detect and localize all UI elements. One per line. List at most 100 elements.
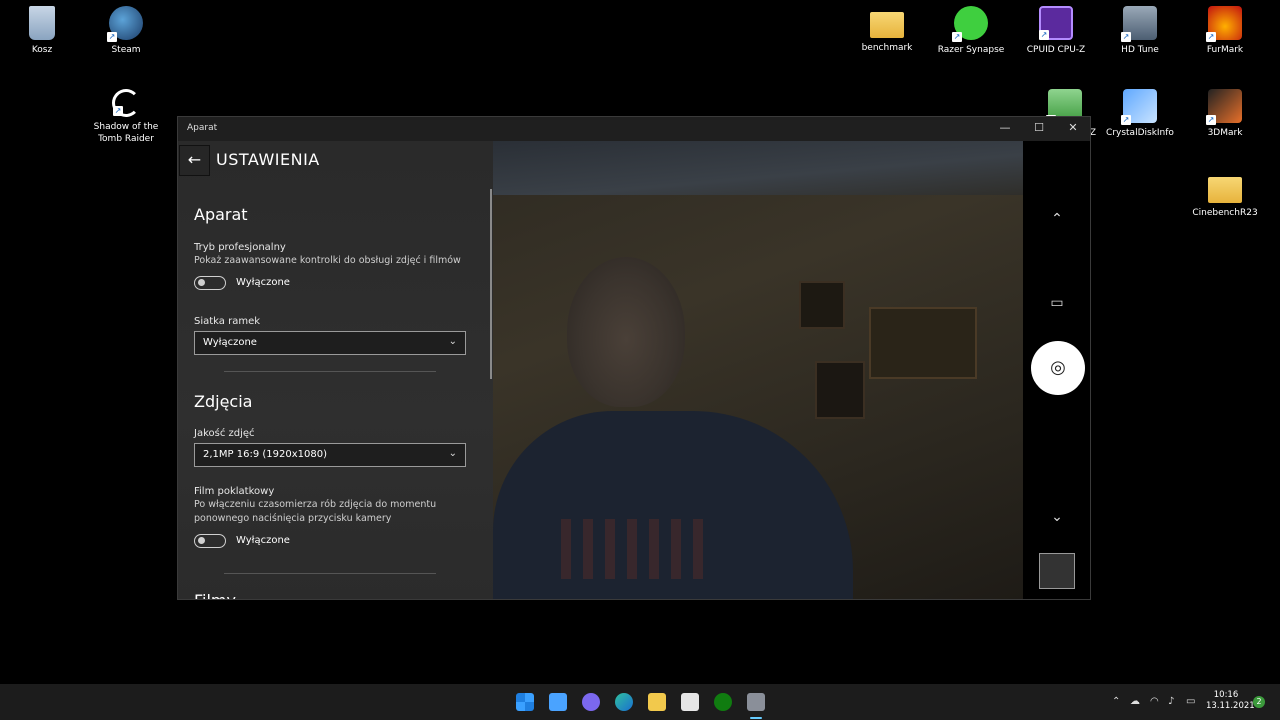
chevron-up-icon[interactable]: ⌃: [1112, 696, 1120, 707]
divider: [224, 371, 436, 372]
shutter-button[interactable]: ◎: [1031, 341, 1085, 395]
gallery-thumbnail[interactable]: [1039, 553, 1075, 589]
wifi-icon[interactable]: ◠: [1150, 696, 1159, 707]
timelapse-description: Po włączeniu czasomierza rób zdjęcia do …: [194, 499, 437, 524]
pro-mode-description: Pokaż zaawansowane kontrolki do obsługi …: [194, 255, 461, 266]
desktop-icon-label: CrystalDiskInfo: [1106, 128, 1174, 138]
chevron-down-icon: ⌄: [448, 336, 457, 347]
toggle-knob: [198, 279, 205, 286]
cpuz-icon: ↗: [1039, 6, 1073, 40]
start-icon[interactable]: [516, 693, 534, 711]
desktop-icon-label: HD Tune: [1121, 45, 1159, 55]
photo-quality-label: Jakość zdjęć: [194, 428, 255, 439]
chevron-up-icon[interactable]: ⌃: [1023, 211, 1090, 227]
wall-picture: [869, 307, 977, 379]
grid-select-value: Wyłączone: [203, 337, 257, 348]
camera-controls: ⌃ ▭ ◎ ⌄: [1023, 141, 1090, 599]
desktop-icon-label: CinebenchR23: [1192, 208, 1258, 218]
cloud-icon[interactable]: ☁: [1130, 696, 1140, 707]
chat-icon[interactable]: [582, 693, 600, 711]
crystaldiskinfo-icon: ↗: [1121, 89, 1157, 125]
furmark-icon: ↗: [1206, 6, 1242, 42]
photo-quality-select[interactable]: 2,1MP 16:9 (1920x1080) ⌄: [194, 443, 466, 467]
xbox-icon[interactable]: [714, 693, 732, 711]
desktop-icon-crystaldiskinfo[interactable]: ↗ CrystalDiskInfo: [1098, 89, 1182, 139]
desktop-icon-label: CPUID CPU-Z: [1026, 45, 1086, 55]
chevron-down-icon[interactable]: ⌄: [1023, 509, 1090, 525]
date-text: 13.11.2021: [1206, 701, 1255, 711]
desktop-icon-cpuz[interactable]: ↗ CPUID CPU-Z: [1014, 6, 1098, 56]
desktop-icon-label: FurMark: [1206, 45, 1244, 55]
desktop-icon-recycle-bin[interactable]: Kosz: [0, 6, 84, 56]
chevron-down-icon: ⌄: [448, 448, 457, 459]
notification-badge[interactable]: 2: [1253, 696, 1265, 708]
grid-label: Siatka ramek: [194, 316, 261, 327]
desktop-icon-tomb-raider[interactable]: ↗ Shadow of the Tomb Raider: [84, 89, 168, 145]
timelapse-label: Film poklatkowy: [194, 486, 275, 497]
desktop-icon-label: benchmark: [861, 43, 913, 53]
desktop-icon-razer[interactable]: ↗ Razer Synapse: [929, 6, 1013, 56]
minimize-button[interactable]: —: [988, 117, 1022, 139]
desktop-icon-steam[interactable]: ↗ Steam: [84, 6, 168, 56]
battery-icon[interactable]: ▭: [1186, 696, 1195, 707]
desktop-icon-hdtune[interactable]: ↗ HD Tune: [1098, 6, 1182, 56]
pro-mode-toggle[interactable]: [194, 276, 226, 290]
video-mode-icon[interactable]: ▭: [1023, 295, 1090, 311]
desktop-icon-furmark[interactable]: ↗ FurMark: [1183, 6, 1267, 56]
pro-mode-label: Tryb profesjonalny: [194, 242, 286, 253]
section-heading-camera: Aparat: [194, 205, 248, 224]
camera-preview: [493, 141, 1023, 599]
pro-mode-state: Wyłączone: [236, 277, 290, 288]
clock[interactable]: 10:16 13.11.2021: [1206, 690, 1255, 712]
edge-icon[interactable]: [615, 693, 633, 711]
razer-icon: ↗: [952, 6, 988, 42]
volume-icon[interactable]: ♪: [1168, 696, 1174, 707]
widgets-icon[interactable]: [549, 693, 567, 711]
time-text: 10:16: [1213, 690, 1239, 700]
photo-quality-value: 2,1MP 16:9 (1920x1080): [203, 449, 327, 460]
hdtune-icon: ↗: [1121, 6, 1157, 42]
desktop-icon-benchmark[interactable]: benchmark: [845, 6, 929, 54]
camera-app-window: Aparat — ☐ ✕ ← USTAWIENIA Aparat Tryb pr…: [177, 116, 1091, 600]
divider: [224, 573, 436, 574]
game-icon: ↗: [112, 89, 140, 117]
grid-select[interactable]: Wyłączone ⌄: [194, 331, 466, 355]
desktop-icon-label: Shadow of the Tomb Raider: [93, 122, 159, 144]
section-heading-videos: Filmy: [194, 591, 236, 599]
section-heading-photos: Zdjęcia: [194, 392, 253, 411]
desktop-icon-3dmark[interactable]: ↗ 3DMark: [1183, 89, 1267, 139]
timelapse-toggle[interactable]: [194, 534, 226, 548]
wall-picture: [815, 361, 865, 419]
settings-panel: ← USTAWIENIA Aparat Tryb profesjonalny P…: [178, 141, 493, 599]
taskbar: ⌃ ☁ ◠ ♪ ▭ 10:16 13.11.2021 2: [0, 684, 1280, 720]
timelapse-state: Wyłączone: [236, 535, 290, 546]
wall-picture: [799, 281, 845, 329]
preview-ceiling: [493, 141, 1023, 195]
scrollbar[interactable]: [490, 189, 492, 379]
3dmark-icon: ↗: [1206, 89, 1242, 125]
window-title: Aparat: [187, 123, 218, 133]
shirt-print: [561, 519, 711, 579]
store-icon[interactable]: [681, 693, 699, 711]
active-app-indicator: [750, 717, 762, 719]
close-button[interactable]: ✕: [1056, 117, 1090, 139]
camera-app-icon[interactable]: [747, 693, 765, 711]
toggle-knob: [198, 537, 205, 544]
settings-title: USTAWIENIA: [216, 150, 320, 169]
steam-icon: ↗: [107, 6, 143, 42]
title-bar[interactable]: Aparat — ☐ ✕: [178, 117, 1090, 141]
folder-icon: [870, 12, 904, 38]
maximize-button[interactable]: ☐: [1022, 117, 1056, 139]
desktop-icon-label: Razer Synapse: [937, 45, 1005, 55]
desktop-icon-label: Kosz: [31, 45, 53, 55]
desktop-icon-label: 3DMark: [1207, 128, 1243, 138]
arrow-left-icon: ←: [187, 150, 202, 169]
file-explorer-icon[interactable]: [648, 693, 666, 711]
back-button[interactable]: ←: [179, 145, 210, 176]
desktop-icon-cinebench[interactable]: CinebenchR23: [1183, 171, 1267, 219]
desktop-icon-label: Steam: [111, 45, 141, 55]
camera-icon: ◎: [1050, 357, 1066, 378]
recycle-bin-icon: [29, 6, 55, 40]
folder-icon: [1208, 177, 1242, 203]
person-head: [567, 257, 685, 407]
